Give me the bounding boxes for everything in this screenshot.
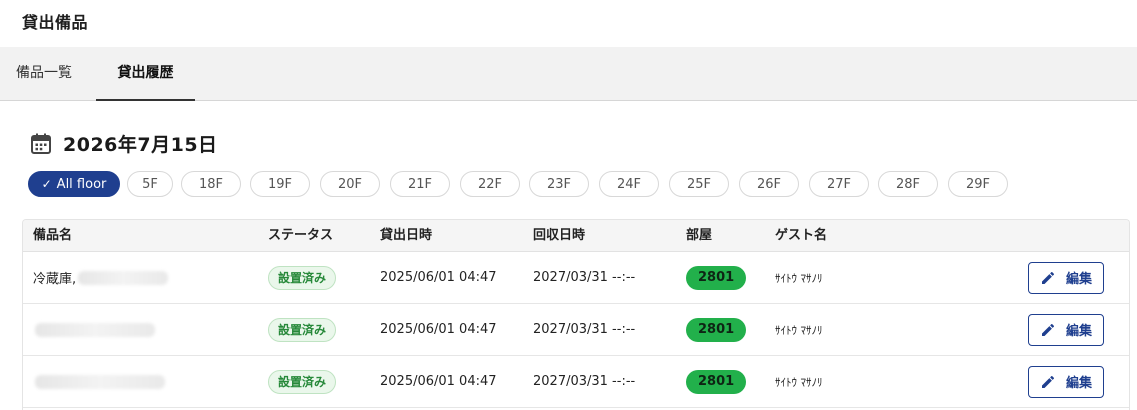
item-name: 冷蔵庫,: [33, 272, 77, 287]
floor-chip[interactable]: 19F: [250, 171, 310, 197]
floor-chip[interactable]: 5F: [127, 171, 173, 197]
room-badge: 2801: [686, 369, 747, 394]
guest-name: ｻｲﾄｳ ﾏｻﾉﾘ: [775, 271, 823, 285]
pencil-icon: [1041, 375, 1055, 388]
floor-chip[interactable]: 29F: [948, 171, 1008, 197]
date-row: 2026年7月15日: [31, 128, 218, 158]
tab-bar: 備品一覧 貸出履歴: [0, 47, 1137, 101]
returned-at: 2027/03/31 --:--: [533, 322, 636, 337]
page-title: 貸出備品: [22, 13, 89, 32]
table-row: 設置済み 2025/06/01 04:47 2027/03/31 --:-- 2…: [23, 304, 1129, 356]
pencil-icon: [1041, 323, 1055, 336]
edit-button-label: 編集: [1065, 376, 1092, 391]
redacted-text: [78, 270, 169, 285]
room-badge: 2801: [686, 265, 747, 290]
returned-at: 2027/03/31 --:--: [533, 270, 636, 285]
item-name-cell: 冷蔵庫,: [33, 252, 263, 303]
selected-date[interactable]: 2026年7月15日: [63, 130, 218, 157]
status-badge: 設置済み: [268, 317, 337, 342]
floor-chip[interactable]: 27F: [809, 171, 869, 197]
tab-lending-history[interactable]: 貸出履歴: [96, 47, 195, 101]
room-badge: 2801: [686, 317, 747, 342]
calendar-icon[interactable]: [31, 133, 51, 154]
floor-chip[interactable]: 23F: [529, 171, 589, 197]
room-cell: 2801: [686, 304, 747, 355]
floor-chip[interactable]: 18F: [181, 171, 241, 197]
status-badge: 設置済み: [268, 265, 337, 290]
room-cell: 2801: [686, 356, 747, 407]
edit-button-label: 編集: [1065, 272, 1092, 287]
lent-at: 2025/06/01 04:47: [380, 374, 497, 389]
edit-cell: 編集: [1028, 304, 1104, 355]
item-name-cell: [33, 356, 263, 407]
edit-button[interactable]: 編集: [1028, 365, 1104, 398]
status-badge: 設置済み: [268, 369, 337, 394]
pencil-icon: [1041, 271, 1055, 284]
check-icon: ✓: [41, 177, 52, 191]
floor-chip[interactable]: 20F: [320, 171, 380, 197]
table-row: 設置済み 2025/06/01 04:47 2027/03/31 --:-- 2…: [23, 356, 1129, 408]
table-header: 備品名 ステータス 貸出日時 回収日時 部屋 ゲスト名: [23, 220, 1129, 252]
tab-item-list[interactable]: 備品一覧: [16, 47, 80, 100]
returned-at: 2027/03/31 --:--: [533, 374, 636, 389]
edit-cell: 編集: [1028, 252, 1104, 303]
header-guest: ゲスト名: [775, 228, 828, 243]
status-cell: 設置済み: [268, 252, 337, 303]
floor-chip-all[interactable]: ✓ All floor: [28, 171, 120, 197]
floor-chip[interactable]: 28F: [878, 171, 938, 197]
guest-name: ｻｲﾄｳ ﾏｻﾉﾘ: [775, 375, 823, 389]
floor-chip[interactable]: 26F: [739, 171, 799, 197]
item-name-cell: [33, 304, 263, 355]
header-status: ステータス: [268, 228, 334, 243]
header-room: 部屋: [686, 228, 713, 243]
floor-chip[interactable]: 25F: [669, 171, 729, 197]
floor-chip-all-label: All floor: [56, 176, 107, 192]
header-item-name: 備品名: [33, 228, 73, 243]
edit-button[interactable]: 編集: [1028, 261, 1104, 294]
header-lent-at: 貸出日時: [380, 228, 433, 243]
edit-button-label: 編集: [1065, 324, 1092, 339]
floor-chip[interactable]: 21F: [390, 171, 450, 197]
floor-chip[interactable]: 24F: [599, 171, 659, 197]
redacted-text: [35, 322, 155, 337]
room-cell: 2801: [686, 252, 747, 303]
edit-button[interactable]: 編集: [1028, 313, 1104, 346]
header-returned-at: 回収日時: [533, 228, 586, 243]
edit-cell: 編集: [1028, 356, 1104, 407]
redacted-text: [35, 374, 165, 389]
lent-at: 2025/06/01 04:47: [380, 322, 497, 337]
status-cell: 設置済み: [268, 304, 337, 355]
table-row: 冷蔵庫, 設置済み 2025/06/01 04:47 2027/03/31 --…: [23, 252, 1129, 304]
guest-name: ｻｲﾄｳ ﾏｻﾉﾘ: [775, 323, 823, 337]
lent-at: 2025/06/01 04:47: [380, 270, 497, 285]
lending-table: 備品名 ステータス 貸出日時 回収日時 部屋 ゲスト名 冷蔵庫, 設置済み 20…: [22, 219, 1130, 410]
status-cell: 設置済み: [268, 356, 337, 407]
floor-chip[interactable]: 22F: [460, 171, 520, 197]
